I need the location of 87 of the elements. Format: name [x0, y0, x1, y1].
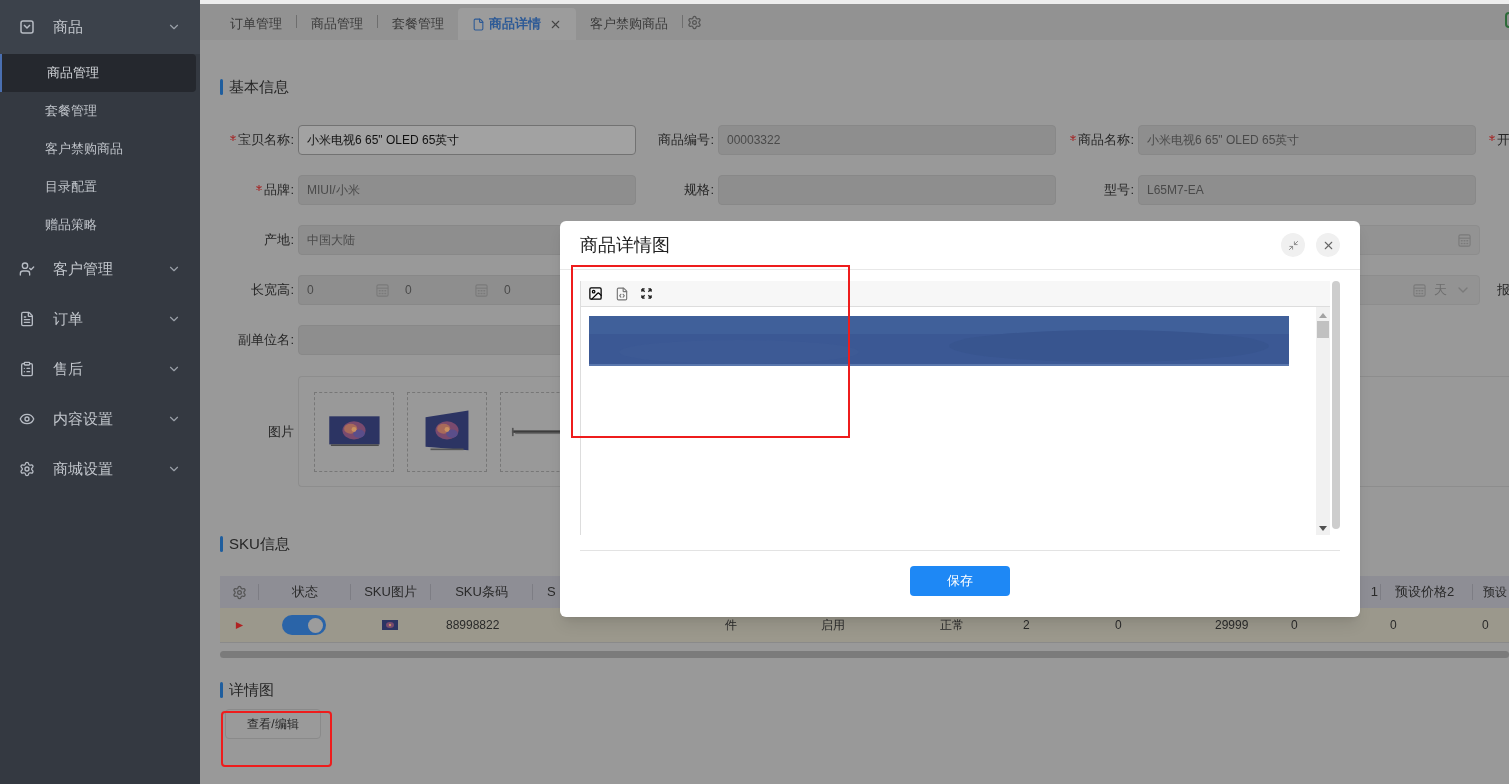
image-thumbnail[interactable]	[407, 391, 487, 472]
expand-arrow-icon[interactable]	[234, 620, 244, 630]
table-cell-text: 启用	[821, 617, 845, 634]
field-label: 产地:	[264, 231, 294, 250]
close-button[interactable]	[1316, 233, 1340, 257]
field-label: 品牌:	[264, 181, 294, 200]
image-thumbnail[interactable]	[314, 391, 394, 472]
image-icon[interactable]	[588, 286, 603, 301]
box-icon	[19, 19, 35, 35]
settings-icon	[19, 461, 35, 477]
column-header: SKU图片	[364, 583, 417, 602]
code-icon[interactable]	[615, 286, 629, 301]
calendar-icon	[1413, 283, 1426, 297]
scroll-thumb[interactable]	[1317, 321, 1329, 338]
table-cell-text: 0	[1291, 617, 1298, 634]
fullscreen-icon[interactable]	[641, 288, 652, 299]
restore-button[interactable]	[1281, 233, 1305, 257]
field-label: 报	[1497, 281, 1509, 300]
file-icon	[472, 17, 485, 31]
table-cell-text: 0	[1390, 617, 1397, 634]
rich-text-editor[interactable]	[580, 281, 1330, 535]
tab[interactable]: 订单管理	[216, 8, 296, 40]
menu-group[interactable]: 客户管理	[0, 244, 200, 294]
menu-group[interactable]: 内容设置	[0, 394, 200, 444]
field-label: 商品编号:	[658, 131, 714, 150]
menu-label: 商城设置	[53, 458, 114, 479]
table-cell-text: 0	[1482, 617, 1489, 634]
table-cell-text: 29999	[1215, 617, 1249, 634]
column-header: 预设价格2	[1395, 583, 1455, 602]
number-field[interactable]: 0	[397, 275, 496, 305]
menu-item[interactable]: 套餐管理	[0, 92, 200, 130]
section-title: 详情图	[229, 679, 274, 700]
tab[interactable]: 商品详情	[458, 8, 576, 40]
text-field[interactable]: 小米电视6 65" OLED 65英寸	[298, 125, 636, 155]
field-label: 开	[1497, 131, 1509, 150]
status-toggle[interactable]	[282, 615, 326, 635]
tab[interactable]: 客户禁购商品	[576, 8, 682, 40]
menu-group[interactable]: 售后	[0, 344, 200, 394]
menu-item[interactable]: 赠品策略	[0, 206, 200, 244]
field-label: 型号:	[1104, 181, 1134, 200]
menu-label: 客户管理	[53, 258, 114, 279]
settings-icon[interactable]	[231, 584, 247, 600]
column-header: SKU条码	[455, 583, 508, 602]
table-cell-text: 正常	[940, 617, 964, 634]
menu-group[interactable]: 订单	[0, 294, 200, 344]
number-field[interactable]: 0	[298, 275, 397, 305]
column-header: S	[547, 583, 556, 602]
scroll-up-icon[interactable]	[1319, 313, 1327, 318]
column-header: 状态	[291, 583, 318, 602]
document-icon	[19, 311, 35, 327]
table-cell-text: 件	[725, 617, 737, 634]
field-label: 商品名称:	[1078, 131, 1134, 150]
menu-group[interactable]: 商城设置	[0, 444, 200, 494]
settings-icon[interactable]	[687, 15, 702, 30]
column-header: 1	[1370, 583, 1378, 602]
table-cell-text: 0	[1115, 617, 1122, 634]
save-button[interactable]: 保存	[910, 566, 1010, 596]
menu-group[interactable]: 商品	[0, 0, 200, 54]
vertical-scrollbar[interactable]	[1316, 307, 1330, 535]
field-label: 副单位名:	[238, 331, 294, 350]
calendar-icon	[1458, 233, 1471, 247]
eye-icon	[19, 411, 35, 427]
collapse-icon	[1287, 239, 1299, 251]
scroll-down-icon[interactable]	[1319, 526, 1327, 531]
view-edit-button[interactable]: 查看/编辑	[225, 709, 321, 739]
field-label: 宝贝名称:	[238, 131, 294, 150]
tab[interactable]: 套餐管理	[378, 8, 458, 40]
column-header: 预设	[1483, 584, 1507, 601]
section-title: SKU信息	[229, 533, 290, 554]
menu-item[interactable]: 目录配置	[0, 168, 200, 206]
table-cell-text: 88998822	[446, 617, 500, 634]
field-label: 长宽高:	[251, 281, 294, 300]
outer-scrollbar[interactable]	[1332, 281, 1340, 529]
field-label: 图片	[268, 422, 294, 441]
user-icon	[19, 261, 35, 277]
menu-label: 售后	[53, 358, 84, 379]
menu-item[interactable]: 客户禁购商品	[0, 130, 200, 168]
menu-label: 商品	[53, 16, 84, 37]
section-title: 基本信息	[229, 76, 289, 97]
horizontal-scrollbar[interactable]	[220, 651, 1509, 658]
table-cell-text: 2	[1023, 617, 1030, 634]
menu-label: 内容设置	[53, 408, 114, 429]
tab[interactable]: 商品管理	[297, 8, 377, 40]
menu-item[interactable]: 商品管理	[0, 54, 196, 92]
menu-label: 订单	[53, 308, 84, 329]
field-label: 规格:	[684, 181, 714, 200]
clipboard-icon	[19, 361, 35, 377]
